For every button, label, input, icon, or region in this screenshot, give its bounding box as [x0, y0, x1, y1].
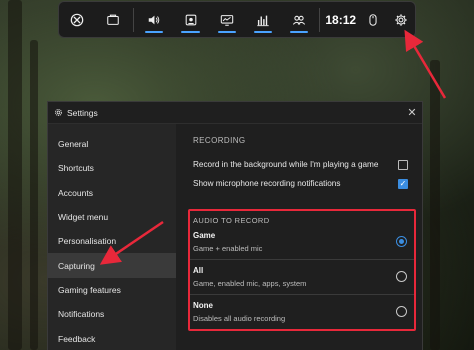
- mic-notifications-option: Show microphone recording notifications …: [193, 174, 422, 193]
- mic-notifications-checkbox[interactable]: ✓: [398, 178, 408, 189]
- settings-content: RECORDING Record in the background while…: [176, 124, 422, 350]
- performance-widget-button[interactable]: [209, 1, 245, 38]
- nav-item-personalisation[interactable]: Personalisation: [48, 229, 176, 253]
- background-tree: [8, 0, 22, 350]
- game-bar: 18:12: [58, 1, 416, 38]
- nav-item-shortcuts[interactable]: Shortcuts: [48, 156, 176, 180]
- widget-store-button[interactable]: [95, 1, 131, 38]
- radio-button-none[interactable]: [396, 306, 407, 317]
- option-description: Game + enabled mic: [193, 244, 263, 253]
- xbox-social-button[interactable]: [281, 1, 317, 38]
- resources-widget-button[interactable]: [245, 1, 281, 38]
- performance-monitor-icon: [220, 14, 233, 26]
- radio-button-all[interactable]: [396, 271, 407, 282]
- background-tree: [430, 60, 440, 350]
- gear-icon: [54, 108, 63, 117]
- settings-title: Settings: [67, 107, 98, 118]
- audio-widget-button[interactable]: [136, 1, 172, 38]
- resources-icon: [257, 15, 269, 26]
- settings-window: Settings ✕ General Shortcuts Accounts Wi…: [47, 101, 423, 350]
- background-recording-checkbox[interactable]: [398, 159, 408, 170]
- option-description: Disables all audio recording: [193, 314, 286, 323]
- xbox-button[interactable]: [59, 1, 95, 38]
- audio-to-record-section: AUDIO TO RECORD Game Game + enabled mic …: [188, 209, 416, 331]
- xbox-social-icon: [293, 15, 306, 25]
- option-name: All: [193, 266, 204, 275]
- mouse-icon: [369, 13, 377, 26]
- option-name: None: [193, 301, 213, 310]
- background-recording-option: Record in the background while I'm playi…: [193, 155, 422, 174]
- divider: [133, 7, 135, 32]
- widget-store-icon: [107, 14, 120, 25]
- background-tree: [30, 40, 38, 350]
- divider: [319, 7, 321, 32]
- nav-item-gaming-features[interactable]: Gaming features: [48, 278, 176, 302]
- nav-item-accounts[interactable]: Accounts: [48, 181, 176, 205]
- gear-icon: [395, 13, 407, 26]
- settings-nav: General Shortcuts Accounts Widget menu P…: [48, 124, 176, 350]
- clock-time: 18:12: [325, 12, 357, 27]
- close-icon[interactable]: ✕: [402, 102, 422, 124]
- audio-option-none[interactable]: None Disables all audio recording: [190, 295, 414, 330]
- nav-item-general[interactable]: General: [48, 132, 176, 156]
- xbox-icon: [70, 13, 84, 26]
- nav-item-feedback[interactable]: Feedback: [48, 326, 176, 350]
- option-label: Record in the background while I'm playi…: [193, 160, 379, 169]
- audio-section-title: AUDIO TO RECORD: [193, 216, 270, 225]
- nav-item-capturing[interactable]: Capturing: [48, 253, 176, 278]
- settings-button[interactable]: [387, 1, 415, 38]
- nav-item-widget-menu[interactable]: Widget menu: [48, 205, 176, 229]
- radio-button-game[interactable]: [396, 236, 407, 247]
- settings-header: Settings ✕: [48, 102, 422, 124]
- capture-widget-button[interactable]: [172, 1, 208, 38]
- nav-item-notifications[interactable]: Notifications: [48, 302, 176, 326]
- option-description: Game, enabled mic, apps, system: [193, 279, 307, 288]
- option-label: Show microphone recording notifications: [193, 179, 341, 188]
- capture-icon: [185, 14, 196, 25]
- audio-option-game[interactable]: Game Game + enabled mic: [190, 225, 414, 260]
- mouse-button[interactable]: [359, 1, 387, 38]
- recording-section-title: RECORDING: [193, 136, 246, 145]
- option-name: Game: [193, 231, 216, 240]
- audio-icon: [149, 15, 160, 24]
- audio-option-all[interactable]: All Game, enabled mic, apps, system: [190, 260, 414, 295]
